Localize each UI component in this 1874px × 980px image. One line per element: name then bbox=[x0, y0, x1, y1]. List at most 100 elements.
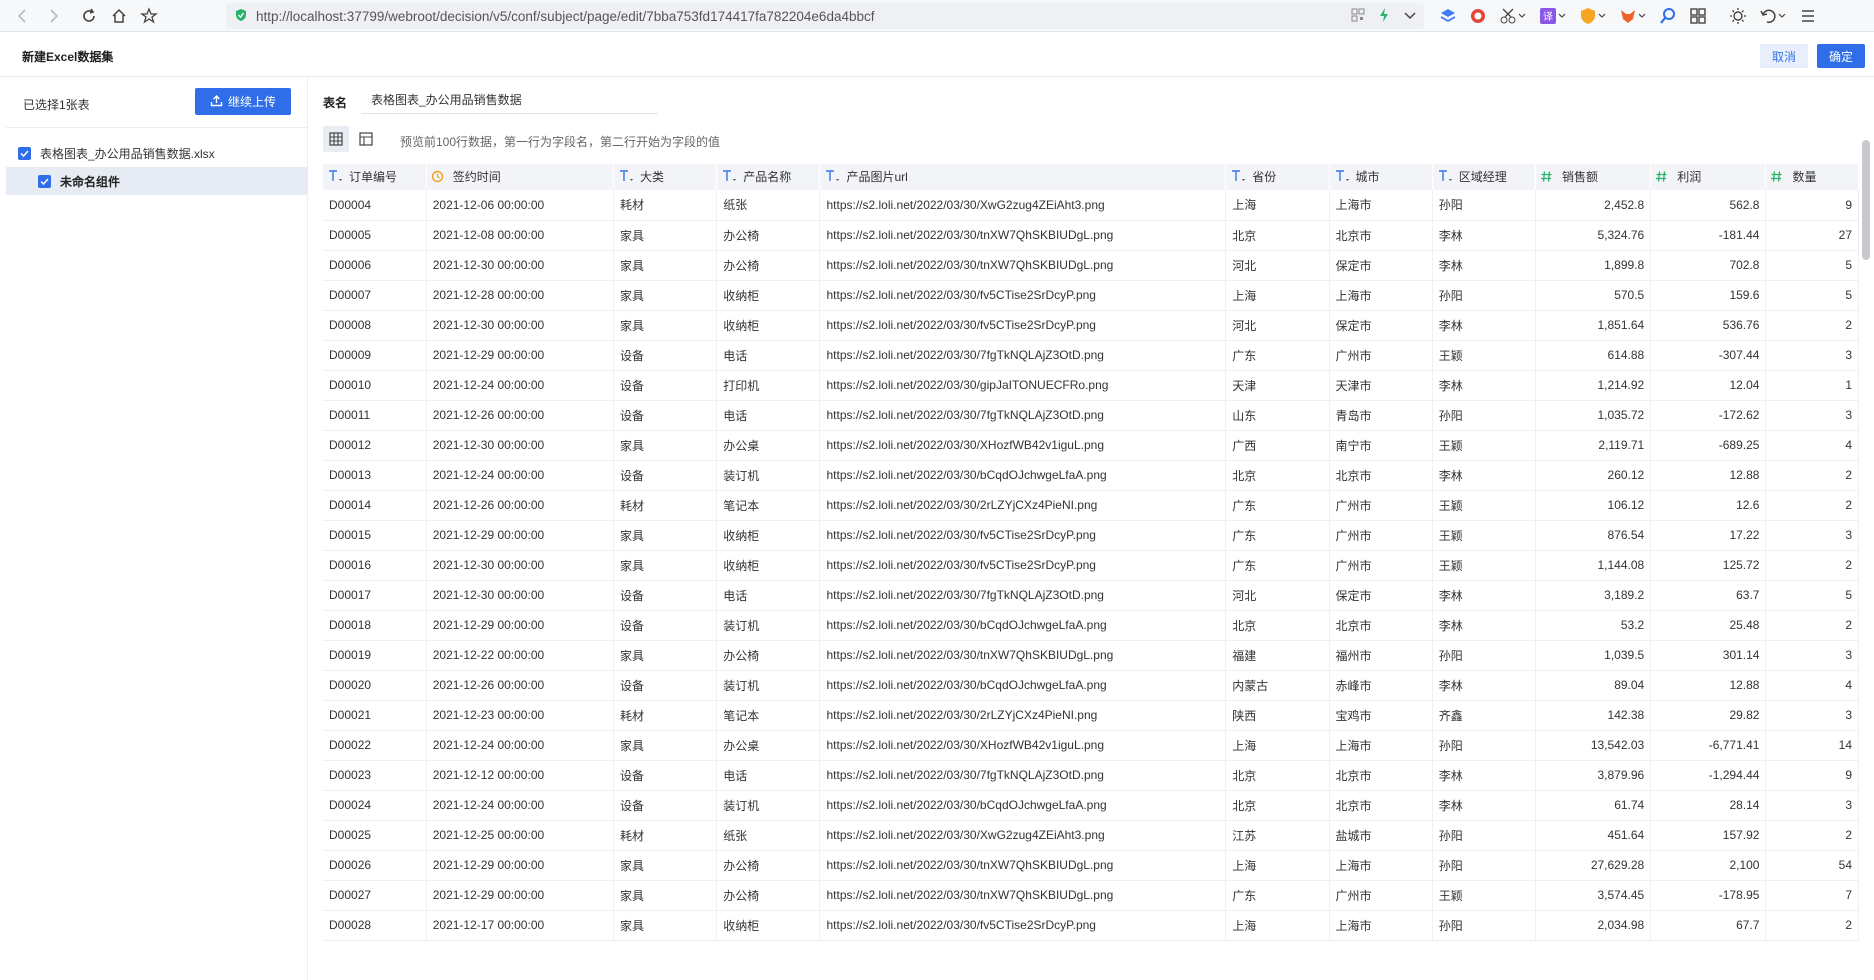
table-cell: 王颖 bbox=[1432, 550, 1536, 581]
back-icon[interactable] bbox=[8, 1, 38, 31]
table-cell: 3 bbox=[1765, 400, 1859, 431]
table-cell: 12.04 bbox=[1650, 370, 1767, 401]
column-header[interactable]: 城市 bbox=[1329, 164, 1433, 190]
brightness-icon[interactable] bbox=[1726, 4, 1750, 28]
number-type-icon[interactable] bbox=[1770, 170, 1792, 186]
red-badge-extension-icon[interactable] bbox=[1466, 4, 1490, 28]
table-cell: 家具 bbox=[613, 550, 718, 581]
file-tree-item[interactable]: 表格图表_办公用品销售数据.xlsx bbox=[6, 139, 308, 167]
table-cell: https://s2.loli.net/2022/03/30/7fgTkNQLA… bbox=[819, 340, 1227, 371]
table-cell: 2,452.8 bbox=[1535, 190, 1652, 221]
text-type-icon[interactable] bbox=[1437, 169, 1459, 186]
table-cell: 3 bbox=[1765, 340, 1859, 371]
undo-icon[interactable] bbox=[1756, 4, 1790, 28]
text-type-icon[interactable] bbox=[1334, 169, 1356, 186]
table-cell: 设备 bbox=[613, 370, 718, 401]
column-header[interactable]: 省份 bbox=[1225, 164, 1330, 190]
fox-extension-icon[interactable] bbox=[1616, 4, 1650, 28]
table-cell: 9 bbox=[1765, 760, 1859, 791]
forward-icon[interactable] bbox=[38, 1, 68, 31]
column-header[interactable]: 订单编号 bbox=[323, 164, 427, 190]
vertical-scrollbar[interactable] bbox=[1862, 140, 1870, 260]
table-cell: 27,629.28 bbox=[1535, 850, 1652, 881]
bookmark-star-icon[interactable] bbox=[134, 1, 164, 31]
table-cell: 家具 bbox=[613, 850, 718, 881]
file-checkbox[interactable] bbox=[18, 146, 31, 160]
search-extension-icon[interactable] bbox=[1656, 4, 1680, 28]
sheet-tree-item[interactable]: 未命名组件 bbox=[6, 167, 308, 195]
table-cell: 159.6 bbox=[1650, 280, 1767, 311]
layers-extension-icon[interactable] bbox=[1436, 4, 1460, 28]
table-cell: 广东 bbox=[1225, 520, 1330, 551]
table-cell: D00024 bbox=[323, 790, 427, 821]
grid-apps-icon[interactable] bbox=[1686, 4, 1710, 28]
column-header[interactable]: 产品名称 bbox=[716, 164, 821, 190]
scissors-icon[interactable] bbox=[1496, 4, 1530, 28]
table-cell: https://s2.loli.net/2022/03/30/2rLZYjCXz… bbox=[819, 490, 1227, 521]
table-cell: 29.82 bbox=[1650, 700, 1767, 731]
text-type-icon[interactable] bbox=[1230, 169, 1252, 186]
number-type-icon[interactable] bbox=[1540, 170, 1562, 186]
table-cell: 3,879.96 bbox=[1535, 760, 1652, 791]
table-row: D00024 2021-12-24 00:00:00 设备 装订机 https://s2… bbox=[323, 790, 1859, 821]
divider bbox=[6, 127, 308, 128]
grid-view-icon[interactable] bbox=[323, 126, 349, 152]
table-cell: 61.74 bbox=[1535, 790, 1652, 821]
table-cell: 7 bbox=[1765, 880, 1859, 911]
number-type-icon[interactable] bbox=[1655, 170, 1677, 186]
text-type-icon[interactable] bbox=[327, 169, 349, 186]
reload-icon[interactable] bbox=[74, 1, 104, 31]
column-header[interactable]: 产品图片url bbox=[819, 164, 1227, 190]
table-cell: D00022 bbox=[323, 730, 427, 761]
continue-upload-button[interactable]: 继续上传 bbox=[195, 88, 291, 115]
text-type-icon[interactable] bbox=[824, 169, 846, 186]
confirm-button[interactable]: 确定 bbox=[1817, 44, 1865, 68]
sheet-checkbox[interactable] bbox=[38, 174, 51, 188]
table-cell: 2021-12-26 00:00:00 bbox=[426, 490, 615, 521]
table-cell: 李林 bbox=[1432, 310, 1536, 341]
table-cell: 89.04 bbox=[1535, 670, 1652, 701]
chevron-down-icon[interactable] bbox=[1402, 7, 1418, 26]
table-cell: 2,100 bbox=[1650, 850, 1767, 881]
table-cell: 家具 bbox=[613, 910, 718, 941]
text-type-icon[interactable] bbox=[618, 169, 640, 186]
table-cell: D00006 bbox=[323, 250, 427, 281]
table-cell: 广东 bbox=[1225, 490, 1330, 521]
table-cell: 2 bbox=[1765, 550, 1859, 581]
column-header[interactable]: 销售额 bbox=[1535, 164, 1652, 190]
column-header-label: 利润 bbox=[1677, 170, 1702, 185]
table-cell: 家具 bbox=[613, 880, 718, 911]
qr-code-icon[interactable] bbox=[1350, 7, 1366, 26]
table-row: D00019 2021-12-22 00:00:00 家具 办公椅 https://s2… bbox=[323, 640, 1859, 671]
table-cell: 王颖 bbox=[1432, 880, 1536, 911]
layout-view-icon[interactable] bbox=[353, 126, 379, 152]
table-cell: 2021-12-24 00:00:00 bbox=[426, 460, 615, 491]
table-cell: D00007 bbox=[323, 280, 427, 311]
home-icon[interactable] bbox=[104, 1, 134, 31]
column-header[interactable]: 数量 bbox=[1765, 164, 1859, 190]
table-cell: 办公椅 bbox=[716, 220, 821, 251]
menu-icon[interactable] bbox=[1796, 4, 1820, 28]
table-cell: 家具 bbox=[613, 250, 718, 281]
table-row: D00016 2021-12-30 00:00:00 家具 收纳柜 https://s2… bbox=[323, 550, 1859, 581]
shield-extension-icon[interactable] bbox=[1576, 4, 1610, 28]
table-cell: 设备 bbox=[613, 340, 718, 371]
table-cell: https://s2.loli.net/2022/03/30/tnXW7QhSK… bbox=[819, 640, 1227, 671]
column-header[interactable]: 签约时间 bbox=[426, 164, 615, 190]
text-type-icon[interactable] bbox=[721, 169, 743, 186]
table-cell: 2021-12-12 00:00:00 bbox=[426, 760, 615, 791]
table-cell: D00027 bbox=[323, 880, 427, 911]
address-bar[interactable]: http://localhost:37799/webroot/decision/… bbox=[226, 3, 1424, 29]
translate-extension-icon[interactable]: 译 bbox=[1536, 4, 1570, 28]
date-type-icon[interactable] bbox=[431, 170, 453, 186]
table-name-input[interactable]: 表格图表_办公用品销售数据 bbox=[361, 86, 658, 114]
table-cell: 广州市 bbox=[1329, 550, 1433, 581]
lightning-icon[interactable] bbox=[1376, 7, 1392, 26]
column-header-label: 订单编号 bbox=[349, 169, 398, 184]
table-cell: 上海市 bbox=[1329, 850, 1433, 881]
column-header[interactable]: 区域经理 bbox=[1432, 164, 1536, 190]
table-cell: 纸张 bbox=[716, 190, 821, 221]
column-header[interactable]: 大类 bbox=[613, 164, 718, 190]
column-header[interactable]: 利润 bbox=[1650, 164, 1767, 190]
cancel-button[interactable]: 取消 bbox=[1760, 44, 1808, 68]
